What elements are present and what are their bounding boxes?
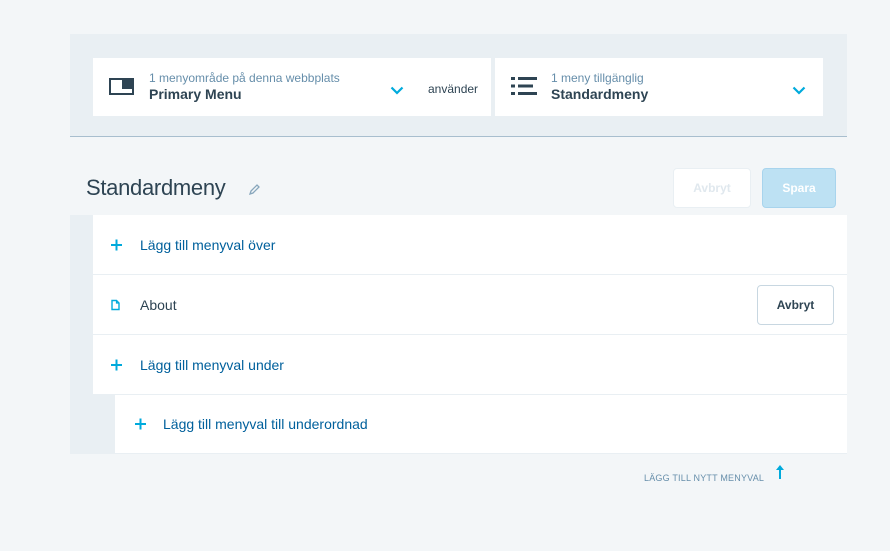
menu-selector-subtitle: 1 meny tillgänglig	[551, 71, 644, 85]
add-item-above-row[interactable]: Lägg till menyval över	[93, 215, 847, 275]
add-item-above-label: Lägg till menyval över	[140, 236, 276, 253]
add-new-menu-item-button[interactable]: LÄGG TILL NYTT MENYVAL	[644, 465, 785, 484]
pencil-icon[interactable]	[248, 182, 260, 200]
menu-item-label: About	[140, 296, 177, 313]
menu-selector-title: Standardmeny	[551, 86, 649, 102]
save-button[interactable]: Spara	[762, 168, 836, 208]
menu-location-title: Primary Menu	[149, 86, 242, 102]
list-icon	[511, 76, 537, 101]
menu-selector-texts: 1 meny tillgänglig Standardmeny	[551, 71, 648, 103]
arrow-up-icon	[776, 465, 785, 484]
cancel-button[interactable]: Avbryt	[673, 168, 751, 208]
add-child-item-row[interactable]: Lägg till menyval till underordnad	[115, 395, 847, 454]
add-new-menu-item-label: LÄGG TILL NYTT MENYVAL	[644, 472, 765, 483]
add-item-below-label: Lägg till menyval under	[140, 356, 284, 373]
plus-icon	[111, 359, 122, 370]
plus-icon	[135, 418, 146, 430]
item-cancel-button[interactable]: Avbryt	[757, 285, 834, 325]
menu-location-texts: 1 menyområde på denna webbplats Primary …	[149, 71, 340, 103]
menu-item-row[interactable]: About Avbryt	[93, 275, 847, 335]
chevron-down-icon	[792, 82, 806, 100]
menu-title-row: Standardmeny Avbryt Spara	[70, 137, 847, 215]
menu-name-title[interactable]: Standardmeny	[86, 175, 226, 201]
menu-items-list: Lägg till menyval över About Avbryt Lägg…	[70, 215, 847, 454]
chevron-down-icon	[390, 82, 404, 100]
menu-selector[interactable]: 1 meny tillgänglig Standardmeny	[495, 58, 823, 116]
uses-label: använder	[428, 82, 479, 96]
menu-header-bar: 1 menyområde på denna webbplats Primary …	[70, 34, 847, 137]
add-child-item-label: Lägg till menyval till underordnad	[163, 416, 368, 432]
menu-location-subtitle: 1 menyområde på denna webbplats	[149, 71, 340, 85]
layout-icon	[109, 78, 134, 100]
plus-icon	[111, 239, 122, 250]
add-item-below-row[interactable]: Lägg till menyval under	[93, 335, 847, 395]
page-icon	[111, 299, 120, 310]
menus-panel: 1 menyområde på denna webbplats Primary …	[70, 34, 847, 454]
